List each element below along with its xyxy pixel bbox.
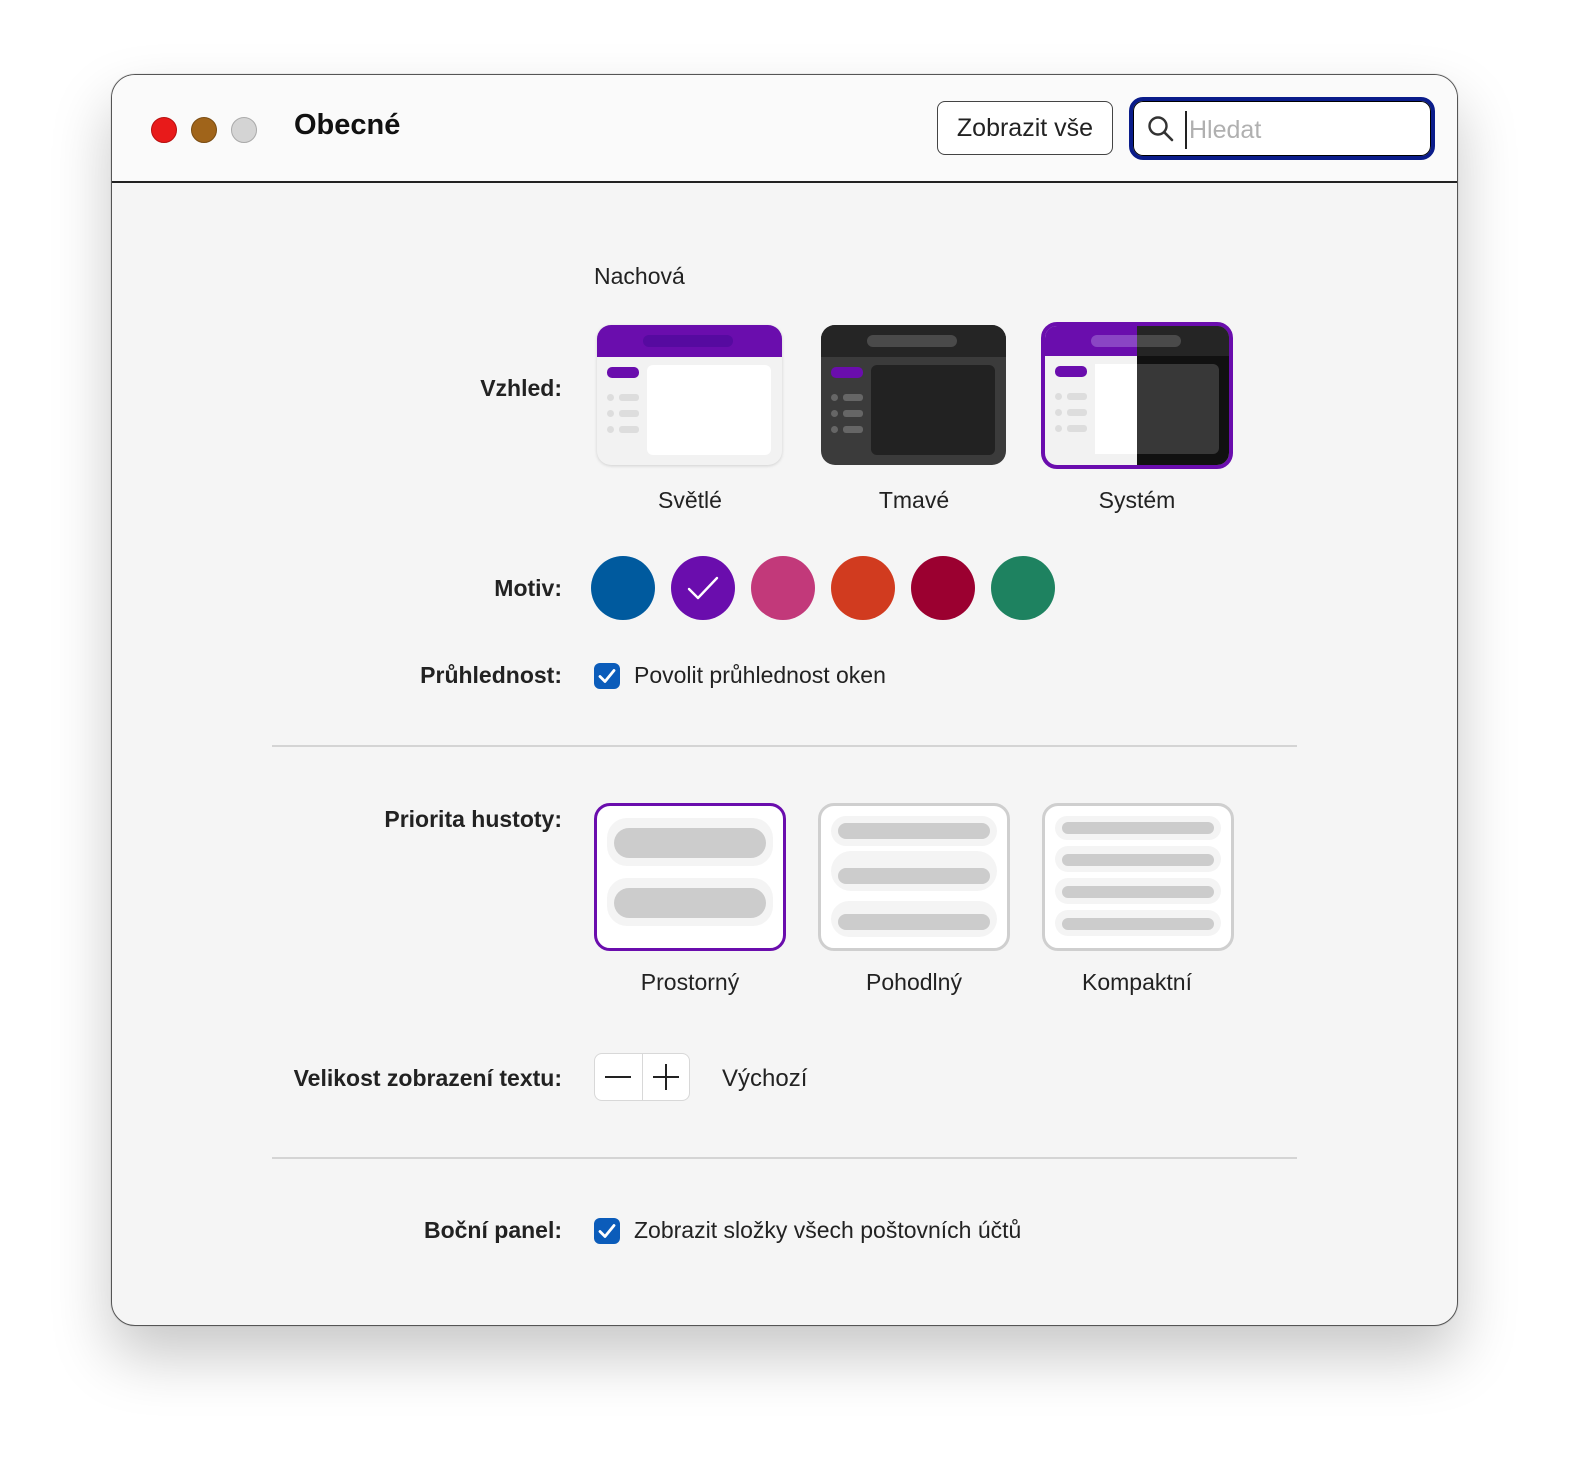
window-title: Obecné (294, 109, 401, 141)
density-label: Priorita hustoty: (384, 806, 562, 832)
appearance-light-label: Světlé (658, 487, 722, 513)
increase-text-size-button[interactable] (641, 1054, 690, 1100)
theme-color-purple[interactable] (671, 556, 735, 620)
transparency-checkbox-label[interactable]: Povolit průhlednost oken (634, 662, 886, 689)
text-size-value: Výchozí (722, 1065, 808, 1092)
theme-color-pink[interactable] (751, 556, 815, 620)
preferences-content: Nachová Vzhled: Světlé Tmavé Systém Moti… (112, 183, 1457, 1325)
search-icon (1148, 116, 1174, 142)
zoom-window-button[interactable] (231, 117, 257, 143)
checkmark-icon (687, 576, 719, 600)
theme-color-orange[interactable] (831, 556, 895, 620)
minus-icon (605, 1076, 632, 1078)
density-comfortable-option[interactable] (818, 803, 1010, 951)
theme-label: Motiv: (494, 575, 562, 601)
checkmark-icon (598, 1224, 616, 1238)
appearance-dark-option[interactable] (821, 325, 1006, 465)
minimize-window-button[interactable] (191, 117, 217, 143)
appearance-dark-label: Tmavé (878, 487, 950, 513)
preferences-window: Obecné Zobrazit vše Nachová Vzhled: (111, 74, 1458, 1326)
theme-color-blue[interactable] (591, 556, 655, 620)
search-field[interactable] (1129, 97, 1435, 160)
plus-icon (652, 1064, 679, 1090)
theme-color-green[interactable] (991, 556, 1055, 620)
appearance-system-label: Systém (1098, 487, 1176, 513)
density-comfortable-label: Pohodlný (866, 969, 962, 995)
appearance-system-option[interactable] (1041, 322, 1233, 469)
show-all-button[interactable]: Zobrazit vše (937, 101, 1113, 155)
close-window-button[interactable] (151, 117, 177, 143)
density-compact-label: Kompaktní (1082, 969, 1192, 995)
sidebar-checkbox[interactable] (594, 1218, 620, 1244)
appearance-light-option[interactable] (597, 325, 782, 465)
section-divider (272, 745, 1297, 747)
search-input[interactable] (1185, 111, 1421, 149)
transparency-label: Průhlednost: (420, 662, 562, 688)
transparency-checkbox[interactable] (594, 663, 620, 689)
decrease-text-size-button[interactable] (595, 1054, 642, 1100)
sidebar-checkbox-label[interactable]: Zobrazit složky všech poštovních účtů (634, 1217, 1021, 1244)
accent-name-label: Nachová (594, 263, 685, 289)
text-size-label: Velikost zobrazení textu: (293, 1065, 562, 1091)
checkmark-icon (598, 669, 616, 683)
text-size-stepper[interactable] (594, 1053, 690, 1101)
density-spacious-label: Prostorný (640, 969, 740, 995)
appearance-label: Vzhled: (480, 375, 562, 401)
density-compact-option[interactable] (1042, 803, 1234, 951)
density-spacious-option[interactable] (594, 803, 786, 951)
theme-color-red[interactable] (911, 556, 975, 620)
sidebar-label: Boční panel: (423, 1217, 562, 1243)
title-bar: Obecné Zobrazit vše (112, 75, 1457, 183)
section-divider (272, 1157, 1297, 1159)
